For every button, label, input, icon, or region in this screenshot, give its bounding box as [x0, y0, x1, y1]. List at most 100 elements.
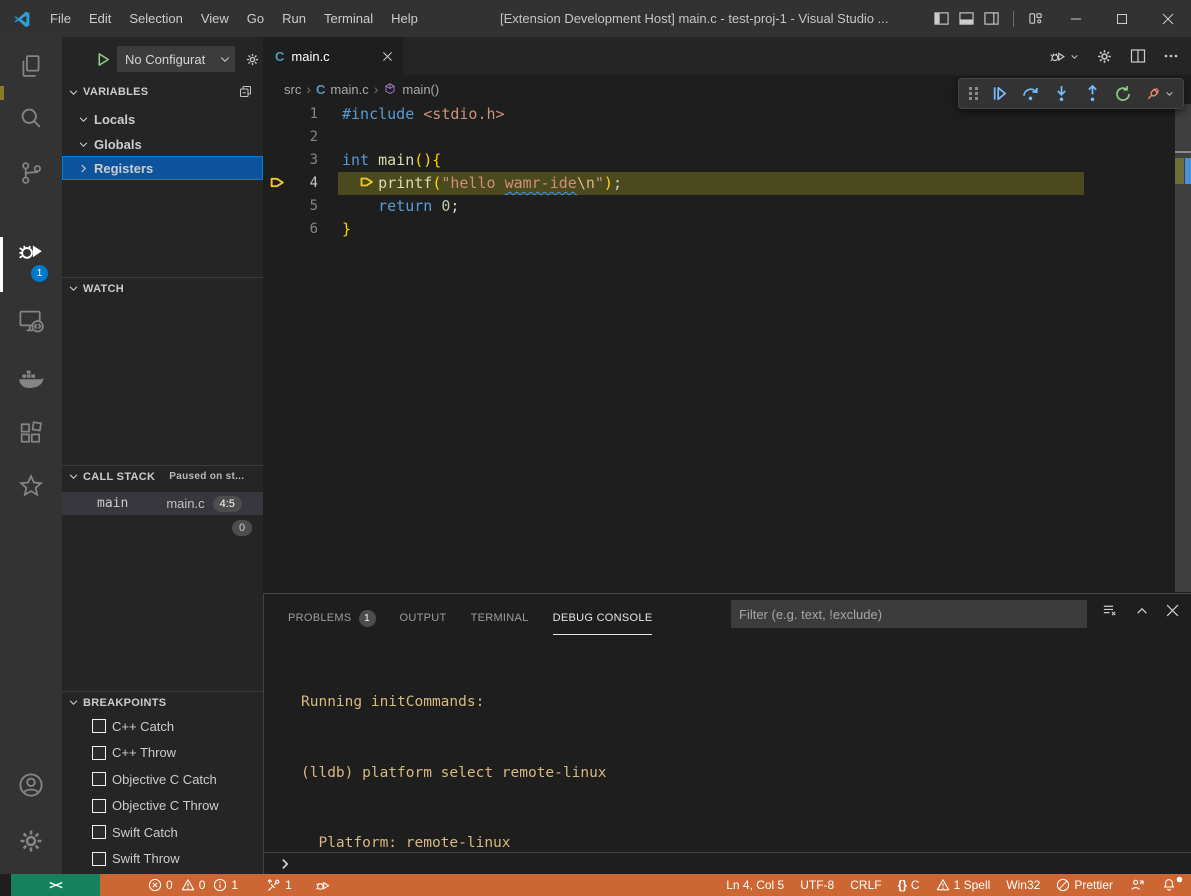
debug-status[interactable] [308, 874, 337, 896]
menu-file[interactable]: File [41, 0, 80, 37]
menu-help[interactable]: Help [382, 0, 427, 37]
split-editor-icon[interactable] [1130, 48, 1146, 64]
ports-status[interactable]: 1 [260, 874, 298, 896]
breakpoint-objc-throw[interactable]: Objective C Throw [62, 793, 263, 820]
tab-debug-console[interactable]: DEBUG CONSOLE [553, 601, 653, 635]
code-line[interactable]: 3int main(){ [263, 149, 1191, 172]
explorer-icon[interactable] [0, 40, 62, 92]
encoding[interactable]: UTF-8 [792, 874, 842, 896]
step-out-button[interactable] [1082, 83, 1103, 104]
call-stack-section-header[interactable]: CALL STACK Paused on st... [62, 465, 263, 487]
search-icon[interactable] [0, 92, 62, 144]
tab-main-c[interactable]: C main.c [263, 37, 403, 75]
cursor-position[interactable]: Ln 4, Col 5 [718, 874, 792, 896]
toggle-panel-icon[interactable] [959, 11, 974, 26]
feedback-icon[interactable] [1121, 874, 1153, 896]
line-number[interactable]: 3 [263, 149, 318, 172]
debug-console-filter-input[interactable] [731, 600, 1087, 628]
star-icon[interactable] [0, 460, 62, 512]
debug-configuration-dropdown[interactable]: No Configurat [117, 46, 235, 72]
line-number[interactable]: 6 [263, 218, 318, 241]
restart-button[interactable] [1113, 84, 1133, 104]
variables-item-globals[interactable]: Globals [62, 132, 263, 156]
checkbox[interactable] [92, 799, 106, 813]
collapse-all-icon[interactable] [238, 84, 253, 99]
minimize-button[interactable] [1053, 0, 1099, 37]
variables-item-locals[interactable]: Locals [62, 107, 263, 131]
breadcrumb-symbol[interactable]: main() [383, 82, 439, 97]
step-into-button[interactable] [1051, 83, 1072, 104]
chevron-down-icon[interactable] [1165, 89, 1174, 98]
language-mode[interactable]: {} C [890, 874, 928, 896]
line-number[interactable]: 2 [263, 126, 318, 149]
remote-explorer-icon[interactable] [0, 295, 62, 347]
extensions-icon[interactable] [0, 407, 62, 459]
line-number[interactable]: 1 [263, 103, 318, 126]
platform-target[interactable]: Win32 [998, 874, 1048, 896]
code-line[interactable]: 2 [263, 126, 1191, 149]
breakpoint-cpp-catch[interactable]: C++ Catch [62, 713, 263, 740]
checkbox[interactable] [92, 825, 106, 839]
docker-icon[interactable] [0, 352, 62, 404]
toggle-secondary-sidebar-icon[interactable] [984, 11, 999, 26]
menu-run[interactable]: Run [273, 0, 315, 37]
maximize-button[interactable] [1099, 0, 1145, 37]
breakpoint-swift-throw[interactable]: Swift Throw [62, 846, 263, 873]
maximize-panel-icon[interactable] [1135, 604, 1149, 618]
notifications-bell-icon[interactable] [1153, 874, 1185, 896]
code-line[interactable]: 6} [263, 218, 1191, 241]
code-line[interactable]: 4 printf("hello wamr-ide\n"); [263, 172, 1191, 195]
editor-overview-ruler[interactable] [1175, 104, 1191, 592]
checkbox[interactable] [92, 746, 106, 760]
remote-indicator[interactable]: >< [11, 874, 100, 896]
menu-terminal[interactable]: Terminal [315, 0, 382, 37]
watch-section-header[interactable]: WATCH [62, 277, 263, 299]
toolbar-drag-grip[interactable] [968, 86, 979, 101]
breakpoints-section-header[interactable]: BREAKPOINTS [62, 691, 263, 713]
source-control-icon[interactable] [0, 147, 62, 199]
checkbox[interactable] [92, 852, 106, 866]
open-launch-config-gear-icon[interactable] [245, 52, 260, 67]
tab-problems[interactable]: PROBLEMS 1 [288, 601, 376, 635]
close-window-button[interactable] [1145, 0, 1191, 37]
clear-console-icon[interactable] [1101, 602, 1118, 619]
close-panel-icon[interactable] [1166, 604, 1179, 617]
menu-go[interactable]: Go [238, 0, 273, 37]
account-icon[interactable] [0, 759, 62, 811]
breakpoint-cpp-throw[interactable]: C++ Throw [62, 740, 263, 767]
line-number[interactable]: 5 [263, 195, 318, 218]
breadcrumb-folder[interactable]: src [284, 82, 301, 97]
breadcrumb-file[interactable]: Cmain.c [316, 82, 369, 97]
menu-selection[interactable]: Selection [120, 0, 191, 37]
checkbox[interactable] [92, 772, 106, 786]
code-editor[interactable]: 1#include <stdio.h>23int main(){4 printf… [263, 103, 1191, 593]
tab-terminal[interactable]: TERMINAL [471, 601, 529, 635]
breakpoint-objc-catch[interactable]: Objective C Catch [62, 766, 263, 793]
eol-sequence[interactable]: CRLF [842, 874, 889, 896]
settings-gear-icon[interactable] [0, 815, 62, 867]
continue-button[interactable] [989, 83, 1010, 104]
problems-status[interactable]: 0 0 1 [142, 874, 244, 896]
variables-section-header[interactable]: VARIABLES [62, 81, 263, 103]
formatter-status[interactable]: Prettier [1048, 874, 1121, 896]
more-actions-icon[interactable] [1163, 48, 1179, 64]
run-or-debug-icon[interactable] [1048, 47, 1079, 66]
close-tab-icon[interactable] [382, 51, 393, 62]
code-line[interactable]: 5 return 0; [263, 195, 1191, 218]
menu-edit[interactable]: Edit [80, 0, 120, 37]
menu-view[interactable]: View [192, 0, 238, 37]
debug-console-input[interactable] [264, 852, 1191, 875]
tab-output[interactable]: OUTPUT [400, 601, 447, 635]
variables-item-registers[interactable]: Registers [62, 156, 263, 180]
breakpoint-swift-catch[interactable]: Swift Catch [62, 819, 263, 846]
current-line-gutter-arrow-icon[interactable] [269, 174, 286, 191]
call-stack-frame-row[interactable]: main main.c 4:5 [62, 492, 263, 515]
checkbox[interactable] [92, 719, 106, 733]
start-debugging-button[interactable] [96, 52, 111, 67]
toggle-sidebar-icon[interactable] [934, 11, 949, 26]
spell-checker-status[interactable]: 1 Spell [928, 874, 999, 896]
editor-settings-gear-icon[interactable] [1096, 48, 1113, 65]
customize-layout-icon[interactable] [1028, 11, 1043, 26]
step-over-button[interactable] [1020, 83, 1041, 104]
disconnect-button[interactable] [1143, 84, 1174, 104]
